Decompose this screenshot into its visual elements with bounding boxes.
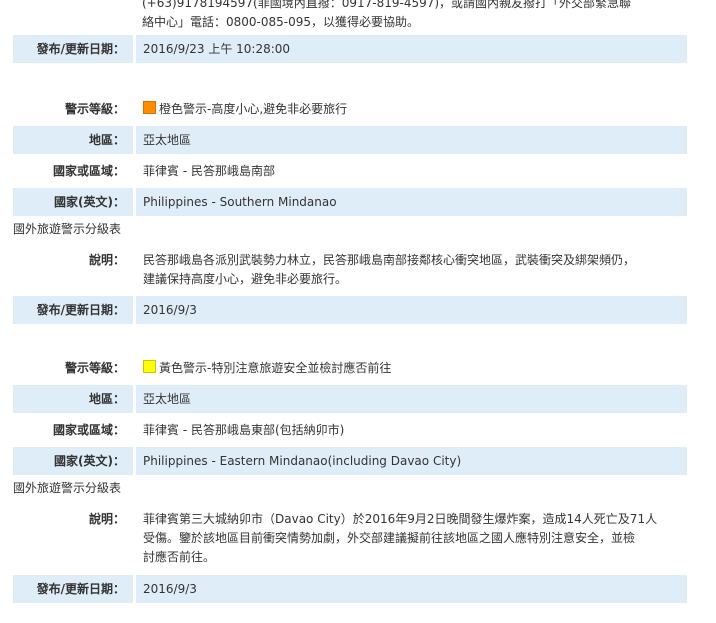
date-label: 發布/更新日期： bbox=[13, 35, 133, 63]
top-note-line-2: 絡中心」電話：0800-085-095，以獲得必要協助。 bbox=[142, 15, 420, 29]
desc-row: 說明： 民答那峨島各派別武裝勢力林立，民答那峨島南部接鄰核心衝突地區，武裝衝突及… bbox=[13, 249, 687, 293]
country-value: 菲律賓 - 民答那峨島東部(包括納卯市) bbox=[133, 416, 687, 444]
desc-value: 民答那峨島各派別武裝勢力林立，民答那峨島南部接鄰核心衝突地區，武裝衝突及綁架頻仍… bbox=[133, 249, 687, 293]
level-label: 警示等級： bbox=[64, 361, 125, 375]
date-value: 2016/9/3 bbox=[133, 296, 687, 324]
region-row: 地區： 亞太地區 bbox=[13, 126, 687, 154]
date-value: 2016/9/3 bbox=[133, 575, 687, 603]
advisory-entry-2: 警示等級： 黃色警示-特別注意旅遊安全並檢討應否前往 地區： 亞太地區 國家或區… bbox=[13, 354, 687, 478]
advisory-entry-1-desc: 說明： 民答那峨島各派別武裝勢力林立，民答那峨島南部接鄰核心衝突地區，武裝衝突及… bbox=[13, 249, 687, 327]
prev-entry-date-block: 發布/更新日期： 2016/9/23 上午 10:28:00 bbox=[13, 35, 687, 66]
country-en-row: 國家(英文)： Philippines - Southern Mindanao bbox=[13, 188, 687, 216]
top-note-line-1: (+63)9178194597(菲國境內直撥：0917-819-4597)，或請… bbox=[142, 0, 632, 10]
country-value: 菲律賓 - 民答那峨島南部 bbox=[133, 157, 687, 185]
country-en-value: Philippines - Eastern Mindanao(including… bbox=[133, 447, 687, 475]
desc-line: 菲律賓第三大城納卯市（Davao City）於2016年9月2日晚間發生爆炸案，… bbox=[143, 512, 658, 526]
country-row: 國家或區域： 菲律賓 - 民答那峨島南部 bbox=[13, 157, 687, 185]
desc-label: 說明： bbox=[88, 512, 125, 526]
date-row: 發布/更新日期： 2016/9/3 bbox=[13, 296, 687, 324]
date-value: 2016/9/23 上午 10:28:00 bbox=[133, 35, 687, 63]
country-en-row: 國家(英文)： Philippines - Eastern Mindanao(i… bbox=[13, 447, 687, 475]
country-en-label: 國家(英文)： bbox=[13, 188, 133, 216]
region-value: 亞太地區 bbox=[133, 385, 687, 413]
date-row: 發布/更新日期： 2016/9/3 bbox=[13, 575, 687, 603]
country-en-label: 國家(英文)： bbox=[13, 447, 133, 475]
date-label: 發布/更新日期： bbox=[13, 575, 133, 603]
desc-value: 菲律賓第三大城納卯市（Davao City）於2016年9月2日晚間發生爆炸案，… bbox=[133, 508, 687, 572]
desc-label: 說明： bbox=[88, 253, 125, 267]
region-row: 地區： 亞太地區 bbox=[13, 385, 687, 413]
date-row: 發布/更新日期： 2016/9/23 上午 10:28:00 bbox=[13, 35, 687, 63]
desc-line: 討應否前往。 bbox=[143, 550, 216, 564]
desc-line: 建議保持高度小心，避免非必要旅行。 bbox=[143, 272, 348, 286]
region-label: 地區： bbox=[13, 385, 133, 413]
top-note: (+63)9178194597(菲國境內直撥：0917-819-4597)，或請… bbox=[142, 0, 687, 32]
advisory-level-table-link[interactable]: 國外旅遊警示分級表 bbox=[13, 221, 121, 237]
orange-level-swatch bbox=[143, 101, 156, 114]
desc-line: 民答那峨島各派別武裝勢力林立，民答那峨島南部接鄰核心衝突地區，武裝衝突及綁架頻仍… bbox=[143, 253, 636, 267]
advisory-level-table-link[interactable]: 國外旅遊警示分級表 bbox=[13, 480, 121, 496]
country-label: 國家或區域： bbox=[52, 423, 125, 437]
level-value: 橙色警示-高度小心,避免非必要旅行 bbox=[133, 95, 687, 123]
advisory-entry-1: 警示等級： 橙色警示-高度小心,避免非必要旅行 地區： 亞太地區 國家或區域： … bbox=[13, 95, 687, 219]
country-row: 國家或區域： 菲律賓 - 民答那峨島東部(包括納卯市) bbox=[13, 416, 687, 444]
region-label: 地區： bbox=[13, 126, 133, 154]
country-en-value: Philippines - Southern Mindanao bbox=[133, 188, 687, 216]
level-text: 橙色警示-高度小心,避免非必要旅行 bbox=[159, 102, 348, 116]
date-label: 發布/更新日期： bbox=[13, 296, 133, 324]
level-row: 警示等級： 黃色警示-特別注意旅遊安全並檢討應否前往 bbox=[13, 354, 687, 382]
region-value: 亞太地區 bbox=[133, 126, 687, 154]
level-label: 警示等級： bbox=[64, 102, 125, 116]
level-row: 警示等級： 橙色警示-高度小心,避免非必要旅行 bbox=[13, 95, 687, 123]
desc-row: 說明： 菲律賓第三大城納卯市（Davao City）於2016年9月2日晚間發生… bbox=[13, 508, 687, 572]
desc-line: 受傷。鑒於該地區目前衝突情勢加劇，外交部建議擬前往該地區之國人應特別注意安全，並… bbox=[143, 531, 636, 545]
level-value: 黃色警示-特別注意旅遊安全並檢討應否前往 bbox=[133, 354, 687, 382]
yellow-level-swatch bbox=[143, 360, 156, 373]
advisory-entry-2-desc: 說明： 菲律賓第三大城納卯市（Davao City）於2016年9月2日晚間發生… bbox=[13, 508, 687, 606]
level-text: 黃色警示-特別注意旅遊安全並檢討應否前往 bbox=[159, 361, 392, 375]
country-label: 國家或區域： bbox=[52, 164, 125, 178]
